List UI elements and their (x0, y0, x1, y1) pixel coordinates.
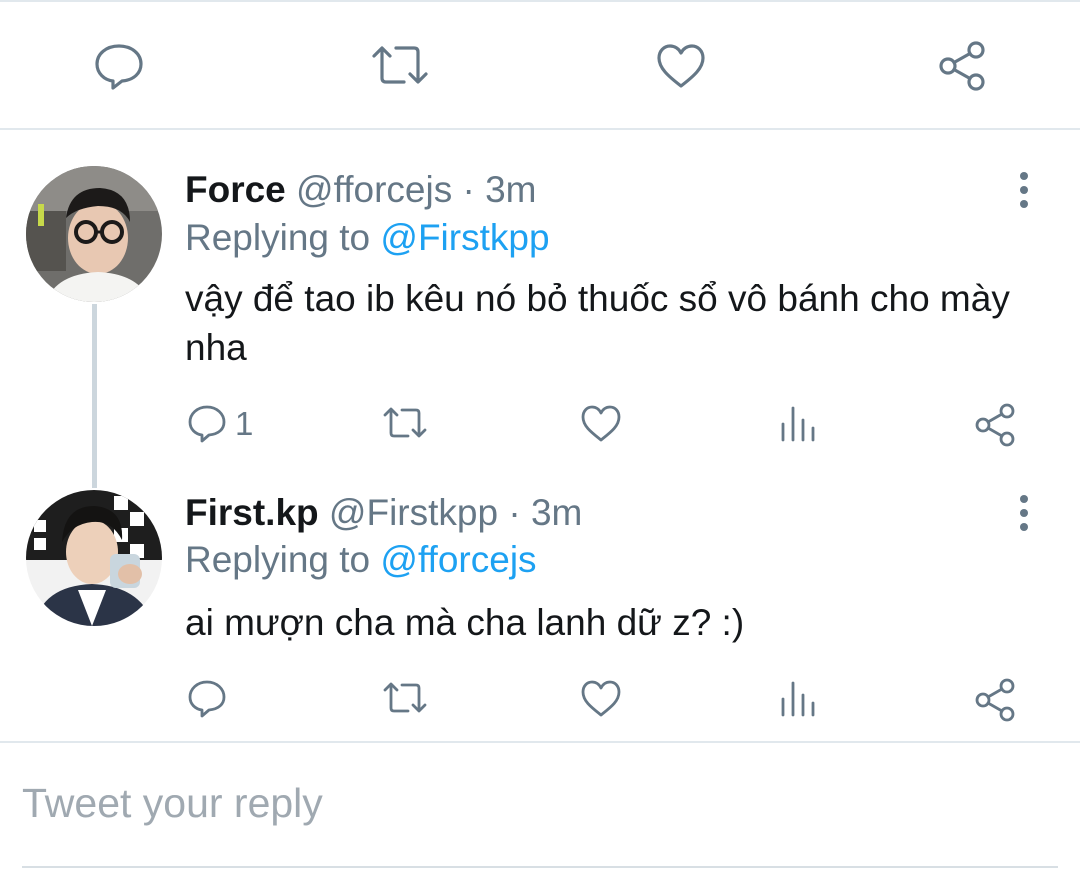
reply-icon[interactable] (187, 404, 227, 444)
replying-to-label: Replying to (185, 217, 371, 258)
display-name[interactable]: Force (185, 169, 286, 210)
like-icon[interactable] (655, 42, 707, 90)
analytics-icon[interactable] (780, 404, 816, 442)
tweet-text: ai mượn cha mà cha lanh dữ z? :) (185, 602, 745, 643)
tweet-header: First.kp @Firstkpp · 3m (185, 492, 582, 534)
user-handle[interactable]: @fforcejs (296, 169, 452, 210)
share-icon[interactable] (973, 678, 1017, 722)
replying-to-line: Replying to @Firstkpp (185, 217, 550, 259)
display-name[interactable]: First.kp (185, 492, 319, 533)
timestamp: · 3m (462, 169, 537, 210)
reply-icon[interactable] (94, 42, 144, 90)
replying-to-line: Replying to @fforcejs (185, 539, 537, 581)
retweet-icon[interactable] (382, 405, 428, 441)
share-icon[interactable] (973, 403, 1017, 447)
section-divider (0, 128, 1080, 130)
replying-to-handle[interactable]: @fforcejs (380, 539, 536, 580)
tweet-reply-input[interactable]: Tweet your reply (22, 780, 323, 827)
share-icon[interactable] (936, 40, 988, 92)
avatar[interactable] (26, 490, 162, 626)
composer-underline (22, 866, 1058, 868)
like-icon[interactable] (580, 404, 622, 444)
retweet-icon[interactable] (382, 680, 428, 716)
tweet-text: vậy để tao ib kêu nó bỏ thuốc sổ vô bánh… (185, 278, 1010, 368)
analytics-icon[interactable] (780, 679, 816, 717)
section-divider (0, 741, 1080, 743)
more-options-icon[interactable] (1018, 495, 1028, 535)
like-icon[interactable] (580, 679, 622, 719)
replying-to-handle[interactable]: @Firstkpp (380, 217, 549, 258)
user-handle[interactable]: @Firstkpp (329, 492, 498, 533)
top-divider (0, 0, 1080, 2)
thread-connector (92, 304, 97, 488)
reply-icon[interactable] (187, 679, 227, 719)
more-options-icon[interactable] (1018, 172, 1028, 212)
timestamp: · 3m (508, 492, 583, 533)
tweet-header: Force @fforcejs · 3m (185, 169, 536, 211)
retweet-icon[interactable] (370, 44, 430, 86)
replying-to-label: Replying to (185, 539, 371, 580)
avatar[interactable] (26, 166, 162, 302)
reply-count: 1 (235, 405, 254, 442)
